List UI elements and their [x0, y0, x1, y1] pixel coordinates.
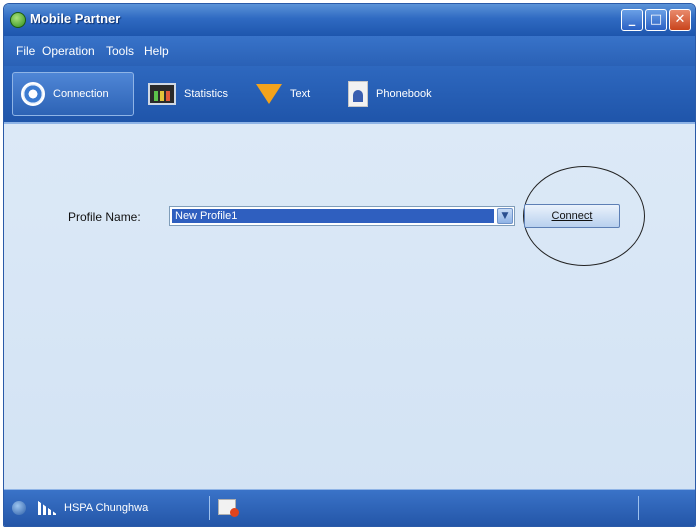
app-logo-icon	[10, 12, 26, 28]
tab-statistics[interactable]: Statistics	[140, 72, 244, 116]
network-status: HSPA Chunghwa	[64, 502, 149, 514]
tab-text-label: Text	[290, 88, 311, 100]
menu-bar: File Operation Tools Help	[4, 36, 695, 66]
tab-phonebook[interactable]: Phonebook	[340, 72, 450, 116]
text-message-icon	[256, 84, 282, 104]
menu-file[interactable]: File	[16, 44, 35, 58]
status-bar: HSPA Chunghwa	[4, 489, 695, 526]
phonebook-icon	[348, 81, 368, 107]
status-divider	[209, 496, 210, 520]
menu-help[interactable]: Help	[144, 44, 169, 58]
maximize-button[interactable]: □	[645, 9, 667, 31]
chevron-down-icon[interactable]: ▼	[497, 208, 513, 224]
menu-tools[interactable]: Tools	[106, 44, 134, 58]
connection-panel: Profile Name: New Profile1 ▼ Connect	[4, 124, 695, 490]
toolbar: Connection Statistics Text Phonebook	[4, 66, 695, 124]
minimize-button[interactable]: _	[621, 9, 643, 31]
tab-phonebook-label: Phonebook	[376, 88, 432, 100]
tab-connection[interactable]: Connection	[12, 72, 134, 116]
close-button[interactable]: ✕	[669, 9, 691, 31]
profile-name-label: Profile Name:	[68, 210, 141, 224]
connect-button[interactable]: Connect	[524, 204, 620, 228]
profile-name-value: New Profile1	[172, 209, 494, 223]
menu-operation[interactable]: Operation	[42, 44, 95, 58]
title-bar[interactable]: Mobile Partner _ □ ✕	[4, 4, 695, 36]
signal-strength-icon	[38, 501, 58, 515]
status-divider	[638, 496, 639, 520]
connection-icon	[21, 82, 45, 106]
tab-statistics-label: Statistics	[184, 88, 229, 100]
connect-button-label: Connect	[551, 210, 593, 222]
profile-name-select[interactable]: New Profile1 ▼	[169, 206, 515, 226]
statistics-icon	[148, 83, 176, 105]
mobile-partner-window: Mobile Partner _ □ ✕ File Operation Tool…	[3, 3, 696, 527]
tab-connection-label: Connection	[53, 88, 109, 100]
window-title: Mobile Partner	[30, 11, 121, 26]
tab-text[interactable]: Text	[248, 72, 328, 116]
sms-notification-icon[interactable]	[218, 499, 239, 517]
globe-icon	[12, 501, 26, 515]
